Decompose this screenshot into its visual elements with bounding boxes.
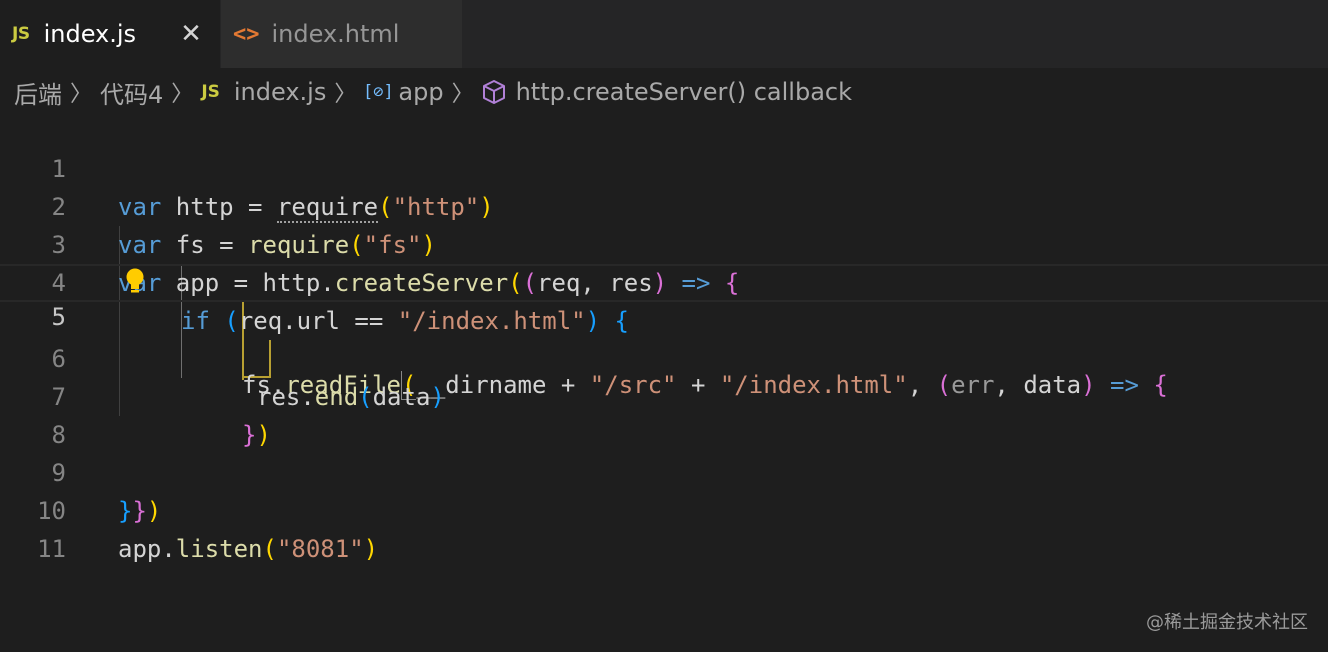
tab-label: index.html	[271, 20, 400, 48]
js-file-icon: JS	[201, 82, 220, 102]
code-line[interactable]: 3 var app = http.createServer((req, res)…	[0, 188, 1328, 297]
code-line[interactable]: 8	[0, 378, 1328, 449]
string-literal: "8081"	[276, 535, 364, 563]
variable-icon: [⊘]	[363, 82, 394, 102]
bracket: (	[262, 535, 277, 563]
breadcrumb-symbol-app[interactable]: app	[398, 78, 443, 106]
function-name: listen	[175, 535, 263, 563]
code-line[interactable]: 1 var http = require("http")	[0, 112, 1328, 223]
editor-tab-bar: JS index.js ✕ <> index.html	[0, 0, 1328, 68]
tab-index-html[interactable]: <> index.html	[220, 0, 462, 68]
code-text: app.	[118, 535, 176, 563]
code-line[interactable]: 2 var fs = require("fs")	[0, 150, 1328, 259]
code-line[interactable]: 7 })	[0, 340, 1328, 449]
code-line[interactable]: 10 app.listen("8081")	[0, 454, 1328, 563]
method-cube-icon	[482, 80, 505, 104]
breadcrumb-folder-backend[interactable]: 后端	[14, 75, 62, 110]
code-line[interactable]: 11	[0, 492, 1328, 563]
close-icon[interactable]: ✕	[176, 21, 206, 47]
code-line-current[interactable]: 5 fs.readFile(__dirname + "/src" + "/ind…	[0, 264, 1328, 400]
js-file-icon: JS	[12, 24, 30, 44]
code-line[interactable]: 4 if (req.url == "/index.html") {	[0, 226, 1328, 335]
chevron-right-icon: 〉	[171, 82, 194, 107]
breadcrumb-symbol-callback[interactable]: http.createServer() callback	[516, 78, 852, 106]
line-number: 11	[37, 535, 66, 563]
html-file-icon: <>	[233, 21, 260, 47]
code-editor[interactable]: 1 var http = require("http") 2 var fs = …	[0, 112, 1328, 652]
code-line[interactable]: 6 res.end(data)	[0, 302, 1328, 411]
watermark: @稀土掘金技术社区	[1146, 612, 1308, 633]
chevron-right-icon: 〉	[451, 82, 474, 107]
code-line[interactable]: 9 }})	[0, 416, 1328, 525]
chevron-right-icon: 〉	[334, 82, 357, 107]
breadcrumb-file[interactable]: index.js	[234, 78, 326, 106]
lightbulb-icon[interactable]	[122, 266, 148, 296]
chevron-right-icon: 〉	[70, 82, 93, 107]
tab-index-js[interactable]: JS index.js ✕	[0, 0, 220, 68]
breadcrumb: 后端 〉 代码4 〉 JS index.js 〉 [⊘] app 〉 http.…	[14, 72, 852, 112]
tab-label: index.js	[43, 20, 137, 48]
bracket: )	[363, 535, 379, 563]
breadcrumb-folder-code4[interactable]: 代码4	[100, 75, 163, 110]
